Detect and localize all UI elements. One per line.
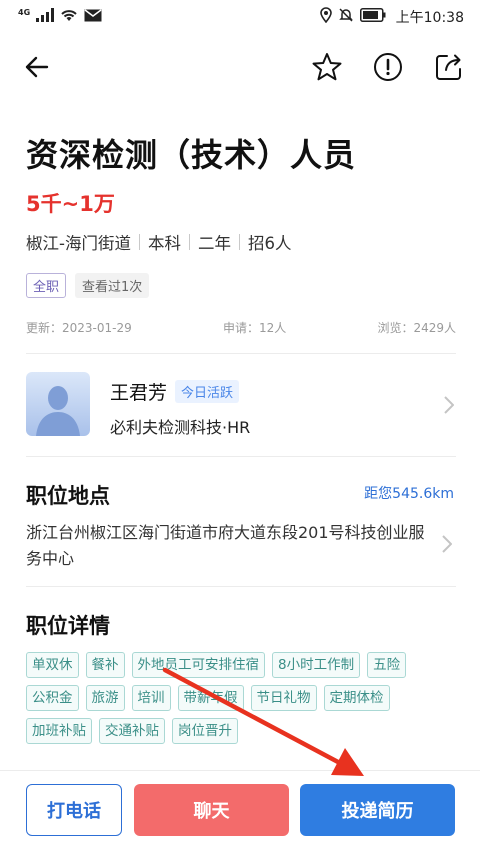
- job-title: 资深检测（技术）人员: [26, 136, 357, 174]
- job-headcount: 招6人: [247, 234, 292, 253]
- report-button[interactable]: [371, 52, 405, 86]
- person-icon: [36, 386, 80, 436]
- chevron-right-icon: [440, 534, 454, 554]
- job-tags: 全职 查看过1次: [26, 273, 150, 298]
- clock: 上午10:38: [395, 10, 464, 26]
- bottom-action-bar: 打电话 聊天 投递简历: [0, 770, 480, 853]
- mail-icon: [84, 8, 102, 26]
- benefit-tag: 带薪年假: [177, 685, 244, 711]
- benefit-tag: 加班补贴: [26, 718, 92, 744]
- benefit-tag: 外地员工可安排住宿: [131, 652, 265, 678]
- job-type-tag: 全职: [26, 273, 67, 298]
- job-stats: 更新：2023-01-29 申请：12人 浏览：2429人: [26, 319, 456, 336]
- application-count: 申请：12人: [222, 321, 287, 335]
- active-badge: 今日活跃: [175, 380, 240, 403]
- share-button[interactable]: [432, 52, 466, 86]
- viewed-tag: 查看过1次: [75, 273, 150, 298]
- network-type: 4G: [18, 7, 31, 17]
- benefit-tags: 单双休 餐补 外地员工可安排住宿 8小时工作制 五险 公积金 旅游 培训 带薪年…: [26, 652, 446, 744]
- share-icon: [434, 52, 464, 86]
- benefit-tag: 培训: [131, 685, 171, 711]
- chevron-right-icon: [442, 395, 456, 415]
- wifi-icon: [60, 8, 78, 26]
- salary: 5千~1万: [26, 192, 115, 216]
- location-heading: 职位地点: [26, 484, 110, 508]
- view-count: 浏览：2429人: [377, 321, 456, 335]
- meta-divider: [238, 234, 240, 250]
- avatar: [26, 372, 90, 436]
- details-heading: 职位详情: [26, 614, 110, 638]
- meta-divider: [188, 234, 190, 250]
- recruiter-name-row: 王君芳 今日活跃: [110, 378, 240, 405]
- distance: 距您545.6km: [364, 486, 454, 502]
- divider: [26, 456, 456, 457]
- benefit-tag: 交通补贴: [99, 718, 165, 744]
- star-icon: [311, 52, 343, 86]
- benefit-tag: 公积金: [26, 685, 79, 711]
- benefit-tag: 岗位晋升: [172, 718, 238, 744]
- status-right: 上午10:38: [319, 7, 464, 27]
- report-icon: [373, 52, 403, 86]
- back-button[interactable]: [20, 52, 54, 86]
- divider: [26, 353, 456, 354]
- benefit-tag: 定期体检: [323, 685, 390, 711]
- battery-icon: [359, 8, 386, 26]
- signal-icon: [36, 8, 55, 26]
- back-icon: [25, 56, 49, 82]
- job-meta: 椒江-海门街道 本科 二年 招6人: [26, 230, 291, 254]
- status-bar: 4G 上午10:38: [0, 0, 480, 34]
- benefit-tag: 餐补: [85, 652, 125, 678]
- divider: [26, 586, 456, 587]
- recruiter-card[interactable]: 王君芳 今日活跃 必利夫检测科技·HR: [26, 372, 456, 438]
- updated-date: 更新：2023-01-29: [26, 321, 132, 335]
- meta-divider: [138, 234, 140, 250]
- job-address[interactable]: 浙江台州椒江区海门街道市府大道东段201号科技创业服务中心: [26, 520, 426, 572]
- job-experience: 二年: [197, 234, 231, 253]
- recruiter-name: 王君芳: [110, 382, 168, 404]
- apply-button[interactable]: 投递简历: [300, 784, 455, 836]
- benefit-tag: 旅游: [85, 685, 125, 711]
- recruiter-company: 必利夫检测科技·HR: [110, 418, 251, 437]
- nav-bar: [0, 44, 480, 94]
- benefit-tag: 节日礼物: [250, 685, 317, 711]
- benefit-tag: 8小时工作制: [272, 652, 361, 678]
- job-location: 椒江-海门街道: [26, 234, 131, 253]
- favorite-button[interactable]: [310, 52, 344, 86]
- job-education: 本科: [147, 234, 181, 253]
- location-icon: [319, 7, 332, 27]
- benefit-tag: 单双休: [26, 652, 79, 678]
- status-left: 4G: [18, 8, 102, 26]
- chat-button[interactable]: 聊天: [134, 784, 289, 836]
- benefit-tag: 五险: [367, 652, 407, 678]
- mute-icon: [338, 7, 354, 27]
- call-button[interactable]: 打电话: [26, 784, 122, 836]
